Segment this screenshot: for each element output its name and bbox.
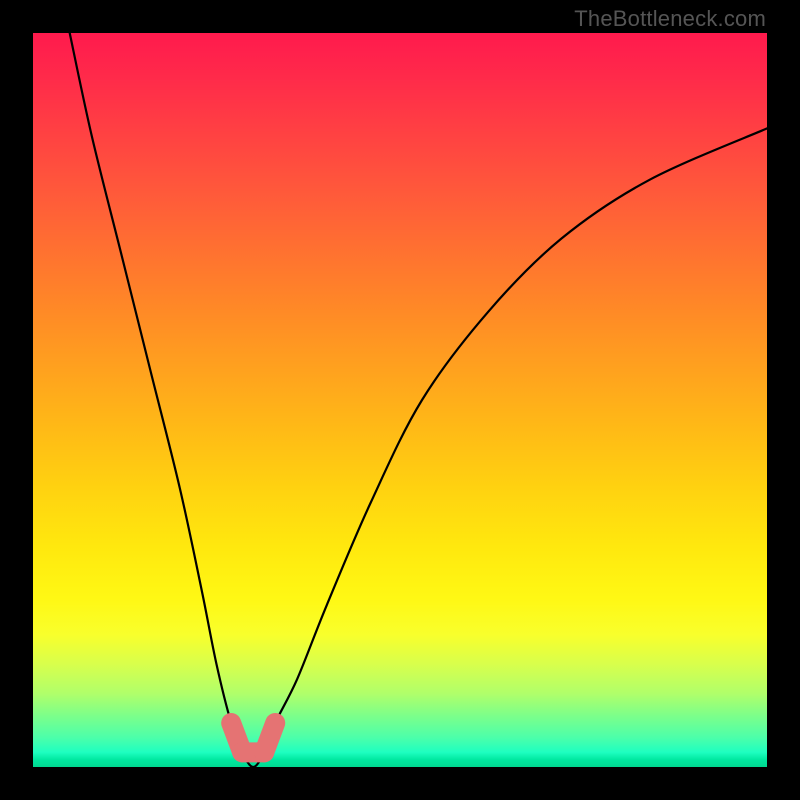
highlight-marker <box>264 723 275 752</box>
bottleneck-curve <box>70 33 767 767</box>
highlight-segment <box>231 723 275 752</box>
plot-area <box>33 33 767 767</box>
chart-frame: TheBottleneck.com <box>0 0 800 800</box>
curve-layer <box>33 33 767 767</box>
watermark-text: TheBottleneck.com <box>574 6 766 32</box>
